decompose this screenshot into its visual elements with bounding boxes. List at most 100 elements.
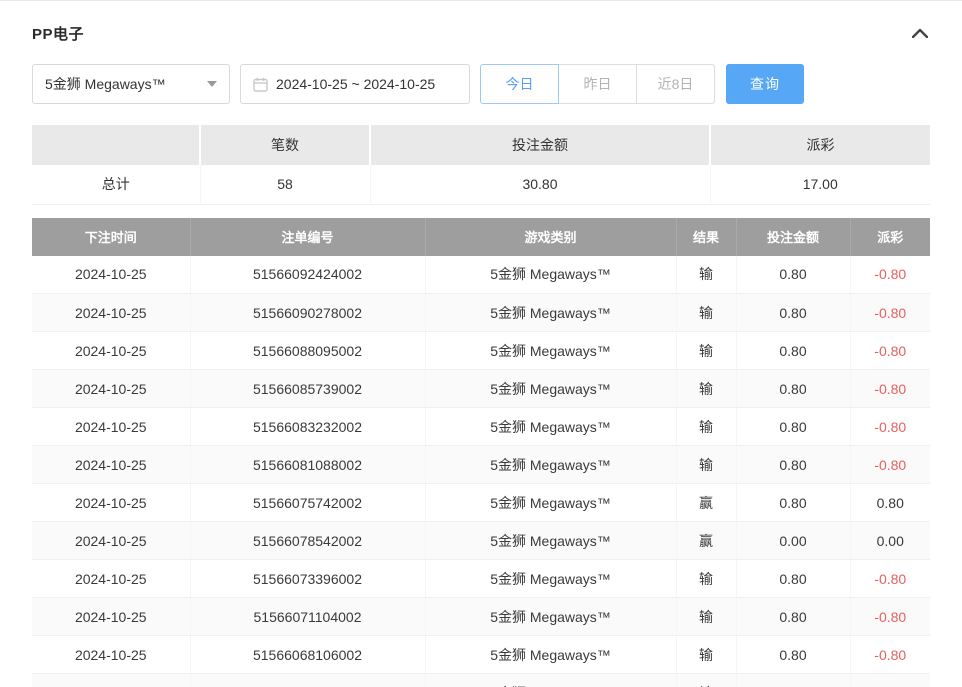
order-id: 51566092424002 xyxy=(190,256,425,294)
order-id: 51566090278002 xyxy=(190,294,425,332)
game-type: 5金狮 Megaways™ xyxy=(425,674,676,687)
game-type: 5金狮 Megaways™ xyxy=(425,408,676,446)
header-game-type: 游戏类别 xyxy=(425,218,676,256)
date-range-input[interactable]: 2024-10-25 ~ 2024-10-25 xyxy=(240,64,470,104)
order-id: 51566075742002 xyxy=(190,484,425,522)
order-id: 51566071104002 xyxy=(190,598,425,636)
last-8-days-button[interactable]: 近8日 xyxy=(636,64,715,104)
game-type: 5金狮 Megaways™ xyxy=(425,256,676,294)
game-type: 5金狮 Megaways™ xyxy=(425,598,676,636)
bet-amount: 0.80 xyxy=(736,636,850,674)
collapse-button[interactable] xyxy=(910,23,930,43)
bet-result: 输 xyxy=(676,636,736,674)
bet-amount: 0.00 xyxy=(736,522,850,560)
header-result: 结果 xyxy=(676,218,736,256)
bet-result: 输 xyxy=(676,598,736,636)
order-id: 51566085739002 xyxy=(190,370,425,408)
header-order-id: 注单编号 xyxy=(190,218,425,256)
table-row: 2024-10-25 51566075742002 5金狮 Megaways™ … xyxy=(32,484,930,522)
summary-header-payout: 派彩 xyxy=(710,125,930,165)
order-id: 51566083232002 xyxy=(190,408,425,446)
bet-result: 输 xyxy=(676,294,736,332)
bet-date: 2024-10-25 xyxy=(32,560,190,598)
bet-result: 输 xyxy=(676,674,736,687)
filter-bar: 5金狮 Megaways™ 2024-10-25 ~ 2024-10-25 今日… xyxy=(32,64,930,104)
summary-total-bet-amount: 30.80 xyxy=(370,165,710,204)
yesterday-button[interactable]: 昨日 xyxy=(558,64,637,104)
game-type: 5金狮 Megaways™ xyxy=(425,484,676,522)
bet-result: 赢 xyxy=(676,484,736,522)
summary-header-blank xyxy=(32,125,200,165)
bets-table-header-row: 下注时间 注单编号 游戏类别 结果 投注金额 派彩 xyxy=(32,218,930,256)
summary-total-payout: 17.00 xyxy=(710,165,930,204)
page-title: PP电子 xyxy=(32,23,84,44)
bet-payout: -0.80 xyxy=(850,598,930,636)
bet-payout: -0.80 xyxy=(850,636,930,674)
search-button[interactable]: 查询 xyxy=(726,64,804,104)
bet-result: 输 xyxy=(676,446,736,484)
order-id: 51566088095002 xyxy=(190,332,425,370)
bet-date: 2024-10-25 xyxy=(32,674,190,687)
summary-total-label: 总计 xyxy=(32,165,200,204)
order-id: 51566068106002 xyxy=(190,636,425,674)
bet-amount: 0.80 xyxy=(736,598,850,636)
bet-amount: 0.80 xyxy=(736,408,850,446)
bet-payout: -0.80 xyxy=(850,256,930,294)
bet-date: 2024-10-25 xyxy=(32,408,190,446)
table-row: 2024-10-25 51566068106002 5金狮 Megaways™ … xyxy=(32,636,930,674)
game-type: 5金狮 Megaways™ xyxy=(425,332,676,370)
bet-date: 2024-10-25 xyxy=(32,332,190,370)
bet-result: 输 xyxy=(676,256,736,294)
summary-header-bet-amount: 投注金额 xyxy=(370,125,710,165)
game-select[interactable]: 5金狮 Megaways™ xyxy=(32,64,230,104)
summary-header-count: 笔数 xyxy=(200,125,370,165)
bet-amount: 0.80 xyxy=(736,370,850,408)
bet-payout: -0.80 xyxy=(850,332,930,370)
summary-total-row: 总计 58 30.80 17.00 xyxy=(32,165,930,204)
game-type: 5金狮 Megaways™ xyxy=(425,294,676,332)
today-button[interactable]: 今日 xyxy=(480,64,559,104)
table-row: 2024-10-25 51566088095002 5金狮 Megaways™ … xyxy=(32,332,930,370)
game-type: 5金狮 Megaways™ xyxy=(425,370,676,408)
bet-date: 2024-10-25 xyxy=(32,598,190,636)
date-range-value: 2024-10-25 ~ 2024-10-25 xyxy=(276,76,435,92)
bet-date: 2024-10-25 xyxy=(32,446,190,484)
table-row: 2024-10-25 51566078542002 5金狮 Megaways™ … xyxy=(32,522,930,560)
report-panel: PP电子 5金狮 Megaways™ 2024-10-25 ~ 2024-10-… xyxy=(0,0,962,687)
bet-payout: 0.80 xyxy=(850,484,930,522)
table-row: 2024-10-25 51566092424002 5金狮 Megaways™ … xyxy=(32,256,930,294)
bet-date: 2024-10-25 xyxy=(32,636,190,674)
game-type: 5金狮 Megaways™ xyxy=(425,560,676,598)
bet-date: 2024-10-25 xyxy=(32,256,190,294)
table-row: 2024-10-25 51566085739002 5金狮 Megaways™ … xyxy=(32,370,930,408)
bet-date: 2024-10-25 xyxy=(32,484,190,522)
bet-payout: 0.00 xyxy=(850,522,930,560)
order-id: 51566078542002 xyxy=(190,522,425,560)
bet-amount: 0.80 xyxy=(736,560,850,598)
bet-result: 输 xyxy=(676,332,736,370)
bet-date: 2024-10-25 xyxy=(32,522,190,560)
summary-total-count: 58 xyxy=(200,165,370,204)
bet-result: 输 xyxy=(676,408,736,446)
panel-header: PP电子 xyxy=(0,1,962,43)
bet-date: 2024-10-25 xyxy=(32,294,190,332)
bets-table: 下注时间 注单编号 游戏类别 结果 投注金额 派彩 2024-10-25 515… xyxy=(32,218,930,687)
table-row: 2024-10-25 51566071104002 5金狮 Megaways™ … xyxy=(32,598,930,636)
summary-table: 笔数 投注金额 派彩 总计 58 30.80 17.00 xyxy=(32,125,930,205)
game-type: 5金狮 Megaways™ xyxy=(425,446,676,484)
game-type: 5金狮 Megaways™ xyxy=(425,522,676,560)
bet-payout: -0.80 xyxy=(850,674,930,687)
bets-table-body: 2024-10-25 51566092424002 5金狮 Megaways™ … xyxy=(32,256,930,687)
bet-payout: -0.80 xyxy=(850,370,930,408)
bet-result: 赢 xyxy=(676,522,736,560)
header-bet-amount: 投注金额 xyxy=(736,218,850,256)
bet-payout: -0.80 xyxy=(850,294,930,332)
order-id: 51566081088002 xyxy=(190,446,425,484)
table-row: 2024-10-25 51566090278002 5金狮 Megaways™ … xyxy=(32,294,930,332)
order-id: 51566073396002 xyxy=(190,560,425,598)
table-row: 2024-10-25 51566065939002 5金狮 Megaways™ … xyxy=(32,674,930,687)
table-row: 2024-10-25 51566073396002 5金狮 Megaways™ … xyxy=(32,560,930,598)
quick-range-group: 今日 昨日 近8日 xyxy=(480,64,715,104)
table-row: 2024-10-25 51566083232002 5金狮 Megaways™ … xyxy=(32,408,930,446)
order-id: 51566065939002 xyxy=(190,674,425,687)
